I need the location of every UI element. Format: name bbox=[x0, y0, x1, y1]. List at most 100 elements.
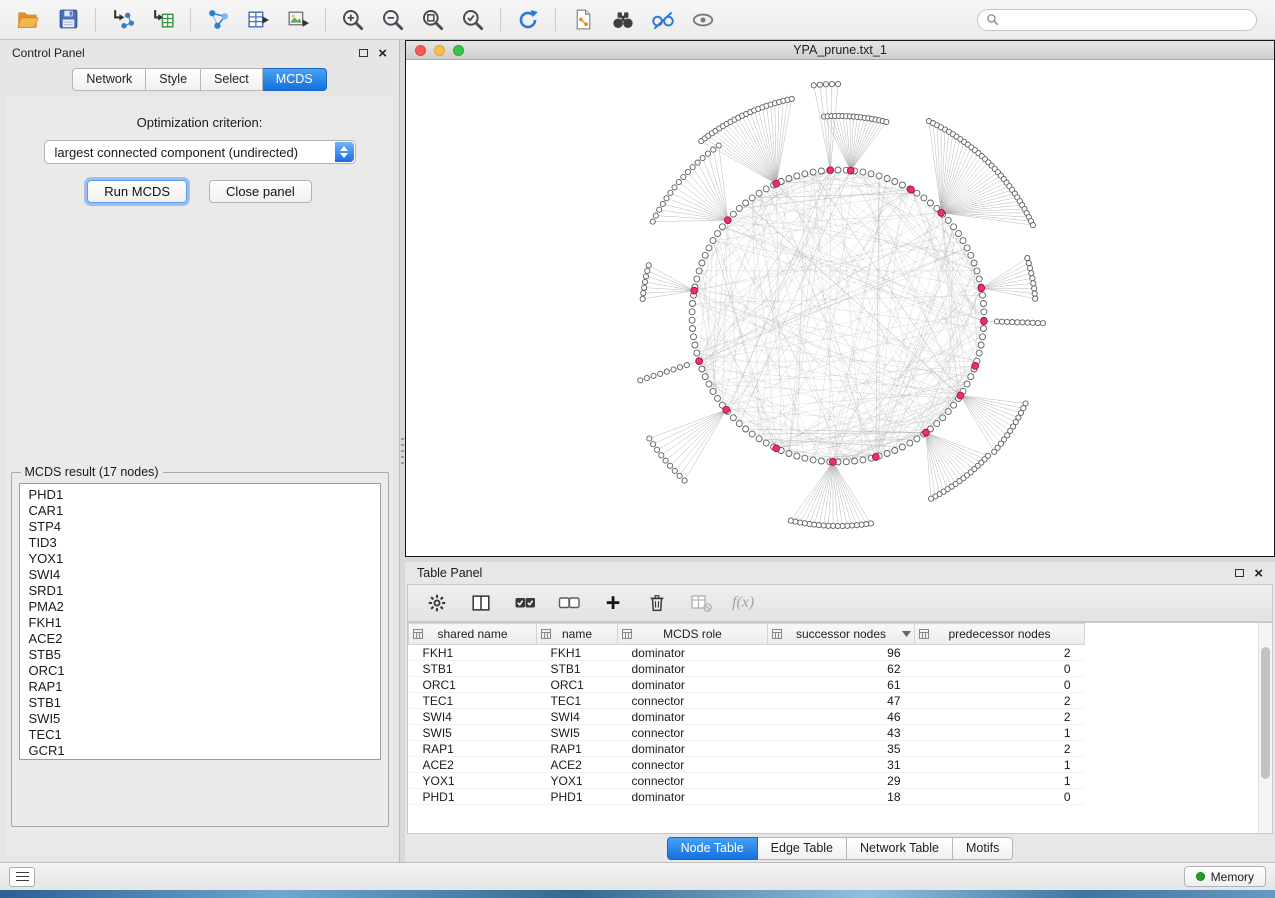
network-node[interactable] bbox=[696, 268, 702, 274]
network-leaf-node[interactable] bbox=[644, 376, 649, 381]
network-leaf-node[interactable] bbox=[671, 367, 676, 372]
network-node[interactable] bbox=[968, 374, 974, 380]
network-leaf-node[interactable] bbox=[705, 151, 710, 156]
network-node[interactable] bbox=[719, 224, 725, 230]
network-node[interactable] bbox=[927, 200, 933, 206]
close-table-panel-icon[interactable]: × bbox=[1254, 566, 1263, 581]
network-leaf-node[interactable] bbox=[677, 473, 682, 478]
network-node[interactable] bbox=[702, 374, 708, 380]
open-session-button[interactable] bbox=[10, 5, 46, 35]
show-details-button[interactable] bbox=[685, 5, 721, 35]
network-leaf-node[interactable] bbox=[651, 373, 656, 378]
network-leaf-node[interactable] bbox=[823, 82, 828, 87]
network-leaf-node[interactable] bbox=[1032, 286, 1037, 291]
network-leaf-node[interactable] bbox=[1025, 320, 1030, 325]
network-dominator-node[interactable] bbox=[957, 392, 964, 399]
network-leaf-node[interactable] bbox=[658, 371, 663, 376]
function-builder-button[interactable]: f(x) bbox=[732, 594, 754, 612]
network-leaf-node[interactable] bbox=[685, 169, 690, 174]
network-node[interactable] bbox=[699, 260, 705, 266]
network-leaf-node[interactable] bbox=[646, 263, 651, 268]
network-leaf-node[interactable] bbox=[1028, 266, 1033, 271]
network-leaf-node[interactable] bbox=[647, 436, 652, 441]
network-leaf-node[interactable] bbox=[657, 207, 662, 212]
table-scrollbar-thumb[interactable] bbox=[1261, 647, 1270, 779]
network-dominator-node[interactable] bbox=[981, 318, 988, 325]
network-node[interactable] bbox=[786, 451, 792, 457]
network-node[interactable] bbox=[956, 231, 962, 237]
network-leaf-node[interactable] bbox=[929, 496, 934, 501]
network-leaf-node[interactable] bbox=[994, 319, 999, 324]
network-leaf-node[interactable] bbox=[645, 268, 650, 273]
new-network-button[interactable] bbox=[200, 5, 236, 35]
network-leaf-node[interactable] bbox=[999, 319, 1004, 324]
status-menu-button[interactable] bbox=[9, 867, 35, 887]
network-node[interactable] bbox=[743, 200, 749, 206]
network-node[interactable] bbox=[763, 186, 769, 192]
search-input[interactable] bbox=[1004, 12, 1248, 28]
network-leaf-node[interactable] bbox=[664, 196, 669, 201]
column-header-shared-name[interactable]: shared name bbox=[409, 624, 537, 645]
network-leaf-node[interactable] bbox=[1035, 320, 1040, 325]
network-node[interactable] bbox=[968, 252, 974, 258]
zoom-selected-button[interactable] bbox=[455, 5, 491, 35]
network-leaf-node[interactable] bbox=[672, 185, 677, 190]
network-leaf-node[interactable] bbox=[1010, 320, 1015, 325]
network-leaf-node[interactable] bbox=[695, 160, 700, 165]
network-leaf-node[interactable] bbox=[664, 369, 669, 374]
mcds-result-item[interactable]: PHD1 bbox=[29, 487, 380, 503]
network-node[interactable] bbox=[810, 457, 816, 463]
network-node[interactable] bbox=[951, 224, 957, 230]
network-dominator-node[interactable] bbox=[696, 358, 703, 365]
network-dominator-node[interactable] bbox=[830, 459, 837, 466]
network-leaf-node[interactable] bbox=[817, 82, 822, 87]
network-node[interactable] bbox=[786, 176, 792, 182]
tab-network[interactable]: Network bbox=[72, 68, 146, 91]
network-node[interactable] bbox=[907, 440, 913, 446]
float-table-panel-icon[interactable] bbox=[1235, 569, 1244, 577]
network-node[interactable] bbox=[706, 381, 712, 387]
tab-edge-table[interactable]: Edge Table bbox=[758, 837, 847, 860]
network-leaf-node[interactable] bbox=[684, 363, 689, 368]
table-row[interactable]: SWI5SWI5connector431 bbox=[409, 725, 1085, 741]
mcds-result-item[interactable]: STP4 bbox=[29, 519, 380, 535]
network-node[interactable] bbox=[980, 292, 986, 298]
network-node[interactable] bbox=[980, 334, 986, 340]
select-all-rows-button[interactable] bbox=[512, 590, 538, 616]
network-dominator-node[interactable] bbox=[827, 167, 834, 174]
network-node[interactable] bbox=[736, 205, 742, 211]
network-leaf-node[interactable] bbox=[660, 201, 665, 206]
mcds-result-item[interactable]: ORC1 bbox=[29, 663, 380, 679]
network-leaf-node[interactable] bbox=[1020, 320, 1025, 325]
network-node[interactable] bbox=[868, 171, 874, 177]
table-row[interactable]: PHD1PHD1dominator180 bbox=[409, 789, 1085, 805]
network-node[interactable] bbox=[981, 326, 987, 332]
network-node[interactable] bbox=[756, 436, 762, 442]
network-leaf-node[interactable] bbox=[642, 285, 647, 290]
network-node[interactable] bbox=[945, 217, 951, 223]
network-node[interactable] bbox=[960, 238, 966, 244]
tab-mcds[interactable]: MCDS bbox=[263, 68, 327, 91]
network-node[interactable] bbox=[843, 459, 849, 465]
minimize-window-icon[interactable] bbox=[434, 45, 445, 56]
network-node[interactable] bbox=[964, 381, 970, 387]
network-dominator-node[interactable] bbox=[923, 429, 930, 436]
network-leaf-node[interactable] bbox=[641, 291, 646, 296]
network-node[interactable] bbox=[964, 245, 970, 251]
network-node[interactable] bbox=[730, 211, 736, 217]
network-node[interactable] bbox=[914, 436, 920, 442]
delete-table-button[interactable] bbox=[688, 590, 714, 616]
network-node[interactable] bbox=[691, 334, 697, 340]
memory-button[interactable]: Memory bbox=[1184, 866, 1266, 887]
network-leaf-node[interactable] bbox=[643, 274, 648, 279]
network-node[interactable] bbox=[690, 326, 696, 332]
network-node[interactable] bbox=[810, 169, 816, 175]
run-mcds-button[interactable]: Run MCDS bbox=[87, 180, 187, 203]
mcds-result-item[interactable]: RAP1 bbox=[29, 679, 380, 695]
close-panel-icon[interactable]: × bbox=[378, 46, 387, 61]
network-node[interactable] bbox=[818, 168, 824, 174]
tab-motifs[interactable]: Motifs bbox=[953, 837, 1013, 860]
network-leaf-node[interactable] bbox=[682, 478, 687, 483]
table-row[interactable]: YOX1YOX1connector291 bbox=[409, 773, 1085, 789]
network-node[interactable] bbox=[710, 238, 716, 244]
